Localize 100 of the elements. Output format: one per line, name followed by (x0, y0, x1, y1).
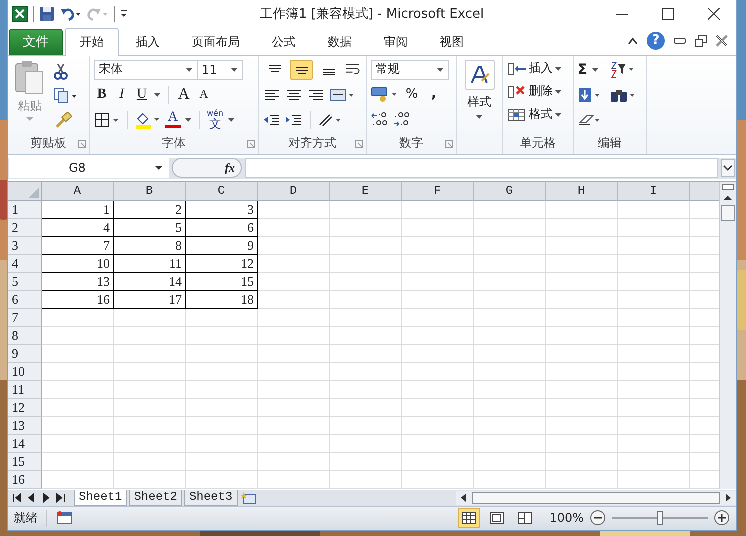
row-header[interactable]: 13 (8, 416, 42, 435)
zoom-out-icon[interactable] (590, 510, 606, 526)
file-tab[interactable]: 文件 (9, 28, 63, 55)
column-header[interactable]: I (618, 182, 690, 201)
maximize-icon[interactable] (662, 8, 674, 20)
sheet-tab[interactable]: Sheet2 (129, 490, 182, 506)
row-header[interactable]: 12 (8, 398, 42, 417)
vertical-scrollbar[interactable] (719, 182, 736, 489)
format-painter-icon[interactable] (54, 112, 72, 128)
text-orientation-icon[interactable] (318, 112, 344, 127)
eraser-icon[interactable] (578, 112, 602, 127)
column-header[interactable]: H (546, 182, 618, 201)
caret-icon[interactable] (228, 118, 235, 122)
percent-button[interactable]: % (403, 87, 421, 102)
row-header[interactable]: 15 (8, 452, 42, 471)
column-header[interactable]: F (402, 182, 474, 201)
decrease-decimal-icon[interactable] (393, 112, 411, 128)
format-cells-button[interactable]: 格式 (507, 106, 569, 124)
row-header[interactable]: 6 (8, 290, 42, 309)
ribbon-tab[interactable]: 页面布局 (177, 28, 255, 55)
increase-decimal-icon[interactable] (371, 112, 389, 128)
column-header[interactable]: C (186, 182, 258, 201)
vertical-align-button[interactable] (290, 60, 314, 80)
insert-sheet-icon[interactable] (240, 490, 258, 505)
collapse-ribbon-icon[interactable] (628, 36, 638, 45)
undo-icon[interactable] (60, 6, 82, 22)
column-header[interactable]: A (42, 182, 114, 201)
zoom-slider-thumb[interactable] (657, 511, 663, 526)
font-color-button[interactable]: A (165, 111, 181, 128)
formula-bar-grip[interactable]: fx (172, 158, 242, 178)
dialog-launcher-icon[interactable] (445, 140, 453, 148)
restore-icon[interactable] (695, 34, 707, 47)
merge-center-icon[interactable] (329, 88, 355, 102)
caret-icon[interactable] (185, 118, 192, 122)
dialog-launcher-icon[interactable] (355, 140, 363, 148)
number-format-dropdown[interactable]: 常规 (371, 60, 449, 80)
ribbon-tab[interactable]: 插入 (121, 28, 175, 55)
row-header[interactable]: 14 (8, 434, 42, 453)
row-header[interactable]: 8 (8, 326, 42, 345)
column-header[interactable]: E (330, 182, 402, 201)
fill-color-icon[interactable] (135, 110, 161, 129)
row-header[interactable]: 9 (8, 344, 42, 363)
row-header[interactable]: 2 (8, 218, 42, 237)
formula-input-field[interactable] (245, 158, 718, 178)
zoom-level[interactable]: 100% (550, 511, 584, 526)
bold-button[interactable]: B (94, 86, 110, 103)
row-header[interactable]: 3 (8, 236, 42, 255)
column-header[interactable]: D (258, 182, 330, 201)
row-header[interactable]: 4 (8, 254, 42, 273)
wrap-text-icon[interactable] (344, 62, 362, 77)
align-left-icon[interactable] (263, 88, 281, 102)
row-header[interactable]: 11 (8, 380, 42, 399)
increase-indent-icon[interactable] (285, 112, 303, 127)
minimize-icon[interactable] (674, 36, 686, 45)
sort-filter-icon[interactable] (610, 60, 636, 79)
decrease-indent-icon[interactable] (263, 112, 281, 127)
scrollbar-thumb[interactable] (721, 204, 735, 221)
excel-logo-icon[interactable] (12, 6, 28, 22)
row-header[interactable]: 1 (8, 200, 42, 219)
sheet-tab[interactable]: Sheet1 (74, 490, 128, 506)
normal-view-button[interactable] (458, 508, 480, 528)
ribbon-tab[interactable]: 开始 (65, 28, 119, 56)
borders-icon[interactable] (94, 112, 120, 128)
ribbon-tab[interactable]: 视图 (425, 28, 479, 55)
currency-icon[interactable] (371, 86, 399, 103)
scrollbar-thumb[interactable] (472, 492, 720, 504)
dialog-launcher-icon[interactable] (247, 140, 255, 148)
underline-button[interactable]: U (134, 86, 150, 103)
scroll-right-icon[interactable] (724, 492, 732, 503)
delete-cells-button[interactable]: 删除 (507, 82, 569, 101)
name-box[interactable]: G8 (9, 158, 169, 178)
sheet-navigation-icon[interactable] (12, 492, 68, 503)
grow-font-button[interactable]: A (176, 86, 192, 104)
row-header[interactable]: 5 (8, 272, 42, 291)
align-right-icon[interactable] (307, 88, 325, 102)
comma-style-button[interactable]: , (425, 87, 443, 102)
row-header[interactable]: 7 (8, 308, 42, 327)
italic-button[interactable]: I (114, 86, 130, 103)
fill-down-icon[interactable] (578, 86, 602, 103)
ribbon-tab[interactable]: 数据 (313, 28, 367, 55)
scroll-left-icon[interactable] (460, 492, 468, 503)
row-header[interactable]: 16 (8, 470, 42, 489)
column-header[interactable]: G (474, 182, 546, 201)
font-size-dropdown[interactable]: 11 (197, 60, 243, 80)
scissors-icon[interactable] (54, 64, 68, 80)
close-icon[interactable] (716, 34, 728, 47)
insert-cells-button[interactable]: 插入 (507, 60, 569, 78)
column-header[interactable]: B (114, 182, 186, 201)
align-center-icon[interactable] (285, 88, 303, 102)
ribbon-tab[interactable]: 公式 (257, 28, 311, 55)
save-icon[interactable] (39, 6, 55, 22)
ribbon-tab[interactable]: 审阅 (369, 28, 423, 55)
zoom-in-icon[interactable] (714, 510, 730, 526)
close-icon[interactable] (708, 8, 720, 20)
font-name-dropdown[interactable]: 宋体 (94, 60, 198, 80)
expand-formula-bar-icon[interactable] (721, 159, 735, 178)
shrink-font-button[interactable]: A (196, 87, 212, 102)
customize-caret-icon[interactable] (120, 8, 128, 19)
dialog-launcher-icon[interactable] (78, 140, 86, 148)
help-button[interactable]: ? (647, 32, 665, 50)
